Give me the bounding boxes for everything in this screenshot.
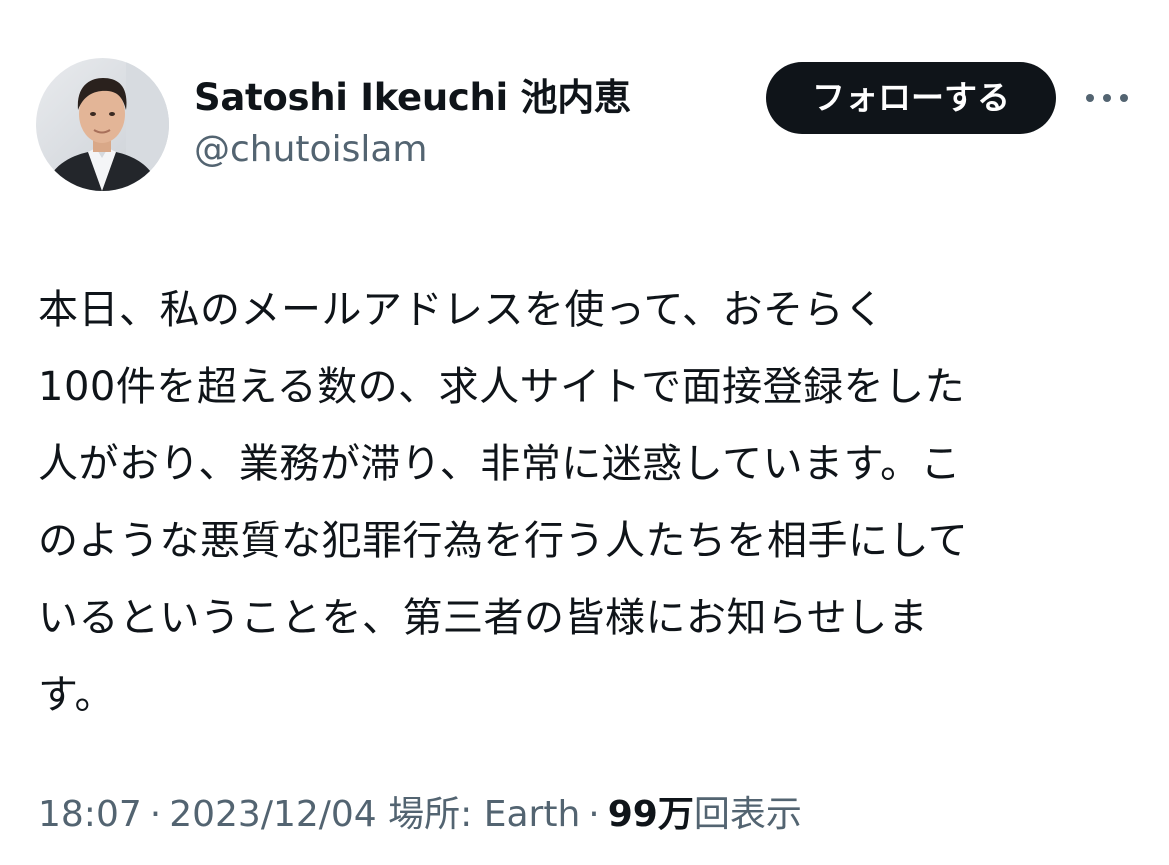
tweet-text-line: のような悪質な犯罪行為を行う人たちを相手にして: [38, 518, 969, 564]
tweet-date: 2023/12/04: [169, 794, 377, 835]
tweet-text-line: 人がおり、業務が滞り、非常に迷惑しています。こ: [38, 441, 962, 487]
author-handle[interactable]: @chutoislam: [194, 128, 427, 172]
meta-separator: ·: [149, 794, 162, 835]
more-horizontal-icon: [1086, 94, 1128, 102]
tweet-text-line: す。: [38, 672, 115, 718]
tweet-timestamp[interactable]: 18:07 · 2023/12/04: [38, 794, 377, 835]
tweet-text-line: 100件を超える数の、求人サイトで面接登録をした: [38, 364, 966, 410]
tweet-text: 本日、私のメールアドレスを使って、おそらく 100件を超える数の、求人サイトで面…: [38, 272, 1138, 734]
meta-separator: ·: [588, 794, 600, 835]
follow-button[interactable]: フォローする: [766, 62, 1056, 134]
views-count: 99万: [607, 794, 694, 835]
tweet-text-line: 本日、私のメールアドレスを使って、おそらく: [38, 287, 885, 333]
avatar-photo: [36, 58, 169, 191]
author-display-name[interactable]: Satoshi Ikeuchi 池内恵: [194, 76, 631, 120]
views-label: 回表示: [693, 794, 802, 835]
more-options-button[interactable]: [1080, 80, 1134, 116]
tweet-text-line: いるということを、第三者の皆様にお知らせしま: [38, 595, 929, 641]
tweet-location: 場所: Earth: [388, 794, 581, 835]
author-avatar[interactable]: [36, 58, 169, 191]
tweet-time: 18:07: [38, 794, 142, 835]
tweet-meta: 18:07 · 2023/12/04 場所: Earth · 99万回表示: [38, 790, 802, 840]
